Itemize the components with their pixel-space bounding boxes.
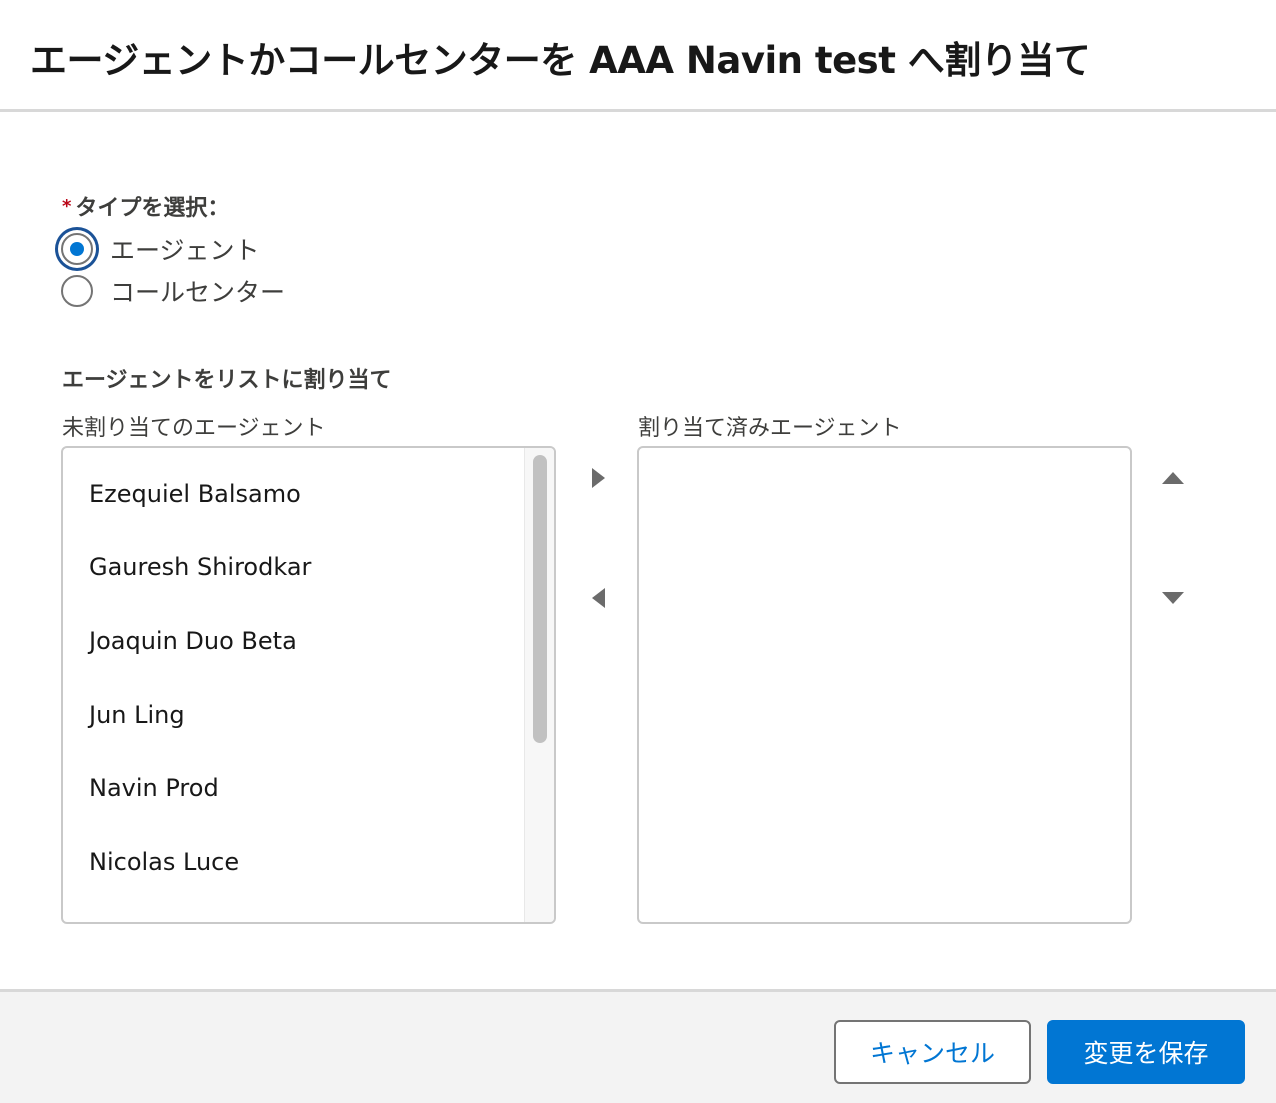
move-to-assigned-button[interactable] [584, 464, 612, 492]
list-item[interactable]: Gauresh Shirodkar [89, 553, 311, 581]
type-select-label-text: タイプを選択： [75, 196, 230, 221]
list-item[interactable]: Navin Prod [89, 774, 219, 802]
modal-title: エージェントかコールセンターを AAA Navin test へ割り当て [30, 39, 1091, 82]
radio-call-center-wrapper[interactable] [60, 274, 94, 308]
assign-modal: エージェントかコールセンターを AAA Navin test へ割り当て * タイ… [0, 0, 1276, 1103]
triangle-down-icon [1162, 592, 1184, 604]
modal-footer: キャンセル 変更を保存 [0, 989, 1276, 1103]
list-item[interactable]: Ezequiel Balsamo [89, 480, 301, 508]
radio-agent[interactable] [61, 233, 93, 265]
radio-agent-wrapper[interactable] [60, 232, 94, 266]
assignment-section-title: エージェントをリストに割り当て [62, 368, 392, 393]
triangle-left-icon [591, 588, 605, 608]
save-button[interactable]: 変更を保存 [1047, 1020, 1245, 1084]
unassigned-scrollbar[interactable] [524, 448, 554, 922]
cancel-button[interactable]: キャンセル [834, 1020, 1031, 1084]
list-item[interactable]: Joaquin Duo Beta [89, 627, 297, 655]
triangle-up-icon [1162, 472, 1184, 484]
unassigned-listbox[interactable]: Ezequiel Balsamo Gauresh Shirodkar Joaqu… [61, 446, 556, 924]
list-item[interactable]: Nicolas Luce [89, 848, 239, 876]
move-up-button[interactable] [1159, 464, 1187, 492]
unassigned-list-label: 未割り当てのエージェント [62, 416, 326, 441]
assigned-listbox[interactable] [637, 446, 1132, 924]
triangle-right-icon [591, 468, 605, 488]
assigned-list-label: 割り当て済みエージェント [638, 416, 902, 441]
move-down-button[interactable] [1159, 584, 1187, 612]
required-asterisk: * [62, 196, 72, 217]
type-select-label: * タイプを選択： [62, 190, 229, 222]
list-item[interactable]: Jun Ling [89, 701, 185, 729]
radio-call-center-label[interactable]: コールセンター [110, 273, 285, 309]
radio-option-agent[interactable]: エージェント [60, 231, 260, 267]
radio-call-center[interactable] [61, 275, 93, 307]
radio-agent-label[interactable]: エージェント [110, 231, 260, 267]
unassigned-items: Ezequiel Balsamo Gauresh Shirodkar Joaqu… [63, 448, 524, 922]
move-to-unassigned-button[interactable] [584, 584, 612, 612]
modal-header: エージェントかコールセンターを AAA Navin test へ割り当て [0, 0, 1276, 112]
radio-option-call-center[interactable]: コールセンター [60, 273, 285, 309]
scrollbar-thumb[interactable] [533, 455, 547, 743]
